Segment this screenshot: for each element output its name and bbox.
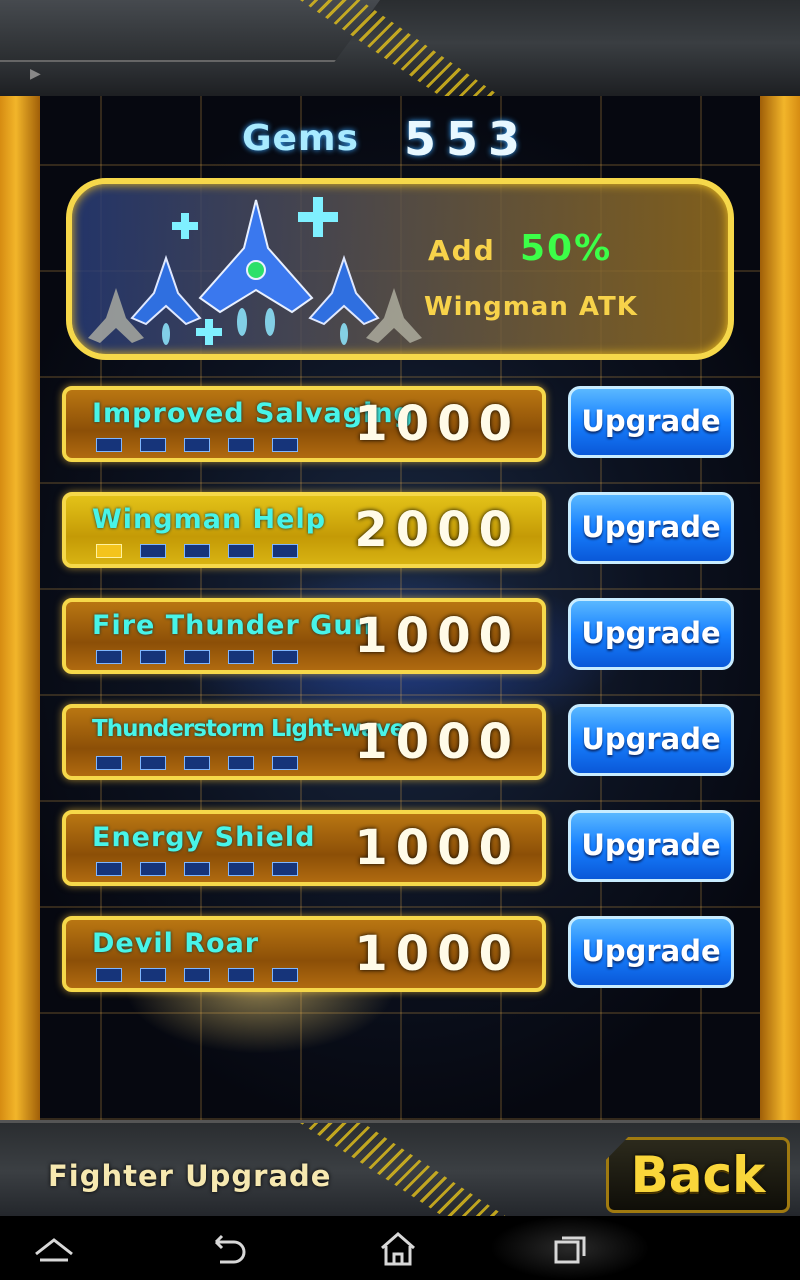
level-pip [184,544,210,558]
screen-title: Fighter Upgrade [48,1159,332,1193]
skill-cost: 1000 [354,820,520,876]
upgrade-row: Thunderstorm Light-wave 1000 Upgrade [62,704,736,780]
skill-box[interactable]: Wingman Help 2000 [62,492,546,568]
level-pip [96,968,122,982]
skill-cost: 1000 [354,714,520,770]
skill-name: Energy Shield [92,822,316,853]
skill-box[interactable]: Devil Roar 1000 [62,916,546,992]
level-pip [272,968,298,982]
top-frame: ▶ [0,0,800,99]
skill-name: Wingman Help [92,504,327,535]
hazard-stripe [300,1123,510,1219]
level-pip [140,544,166,558]
system-nav-bar [0,1216,800,1280]
upgrade-row: Energy Shield 1000 Upgrade [62,810,736,886]
skill-box[interactable]: Energy Shield 1000 [62,810,546,886]
level-pip [272,756,298,770]
level-indicator [96,650,298,664]
level-pip [96,650,122,664]
upgrade-row: Fire Thunder Gun 1000 Upgrade [62,598,736,674]
upgrade-button[interactable]: Upgrade [568,916,734,988]
level-indicator [96,968,298,982]
nav-back-icon[interactable] [196,1224,260,1272]
level-pip [96,756,122,770]
gems-label: Gems [242,118,359,159]
panel-edge-right [760,96,800,1120]
level-pip [96,438,122,452]
upgrade-row: Improved Salvaging 1000 Upgrade [62,386,736,462]
upgrade-button[interactable]: Upgrade [568,386,734,458]
skill-cost: 1000 [354,396,520,452]
panel-edge-left [0,96,40,1120]
skill-box[interactable]: Fire Thunder Gun 1000 [62,598,546,674]
nav-up-arrow-icon[interactable] [22,1224,86,1272]
level-indicator [96,756,298,770]
gems-value: 553 [404,112,531,166]
upgrade-button[interactable]: Upgrade [568,704,734,776]
level-pip [228,968,254,982]
skill-box[interactable]: Improved Salvaging 1000 [62,386,546,462]
bonus-stat-label: Wingman ATK [424,292,638,322]
skill-cost: 2000 [354,502,520,558]
level-pip [184,756,210,770]
upgrade-button[interactable]: Upgrade [568,492,734,564]
level-pip [272,544,298,558]
level-pip [272,650,298,664]
level-pip [96,544,122,558]
level-pip [140,968,166,982]
level-indicator [96,438,298,452]
skill-cost: 1000 [354,608,520,664]
level-pip [228,650,254,664]
bottom-frame: Fighter Upgrade Back [0,1120,800,1219]
level-pip [228,544,254,558]
level-indicator [96,862,298,876]
level-pip [140,756,166,770]
level-pip [228,756,254,770]
skill-cost: 1000 [354,926,520,982]
level-indicator [96,544,298,558]
level-pip [228,438,254,452]
skill-name: Fire Thunder Gun [92,610,374,641]
nav-home-icon[interactable] [366,1224,430,1272]
wingman-banner: Add 50% Wingman ATK [66,178,734,360]
upgrade-row: Devil Roar 1000 Upgrade [62,916,736,992]
level-pip [96,862,122,876]
level-pip [272,438,298,452]
level-pip [228,862,254,876]
level-pip [184,438,210,452]
level-pip [140,862,166,876]
level-pip [140,650,166,664]
skill-box[interactable]: Thunderstorm Light-wave 1000 [62,704,546,780]
bonus-add-label: Add [428,234,496,267]
upgrade-row: Wingman Help 2000 Upgrade [62,492,736,568]
upgrade-button[interactable]: Upgrade [568,598,734,670]
level-pip [184,968,210,982]
upgrade-button[interactable]: Upgrade [568,810,734,882]
level-pip [184,862,210,876]
level-pip [272,862,298,876]
skill-name: Devil Roar [92,928,260,959]
wingman-ships-icon [88,197,422,345]
nav-recent-apps-icon[interactable] [538,1224,602,1272]
level-pip [140,438,166,452]
level-pip [184,650,210,664]
bonus-percent: 50% [520,228,613,269]
frame-arrow-icon: ▶ [30,66,41,82]
back-button[interactable]: Back [606,1137,790,1213]
